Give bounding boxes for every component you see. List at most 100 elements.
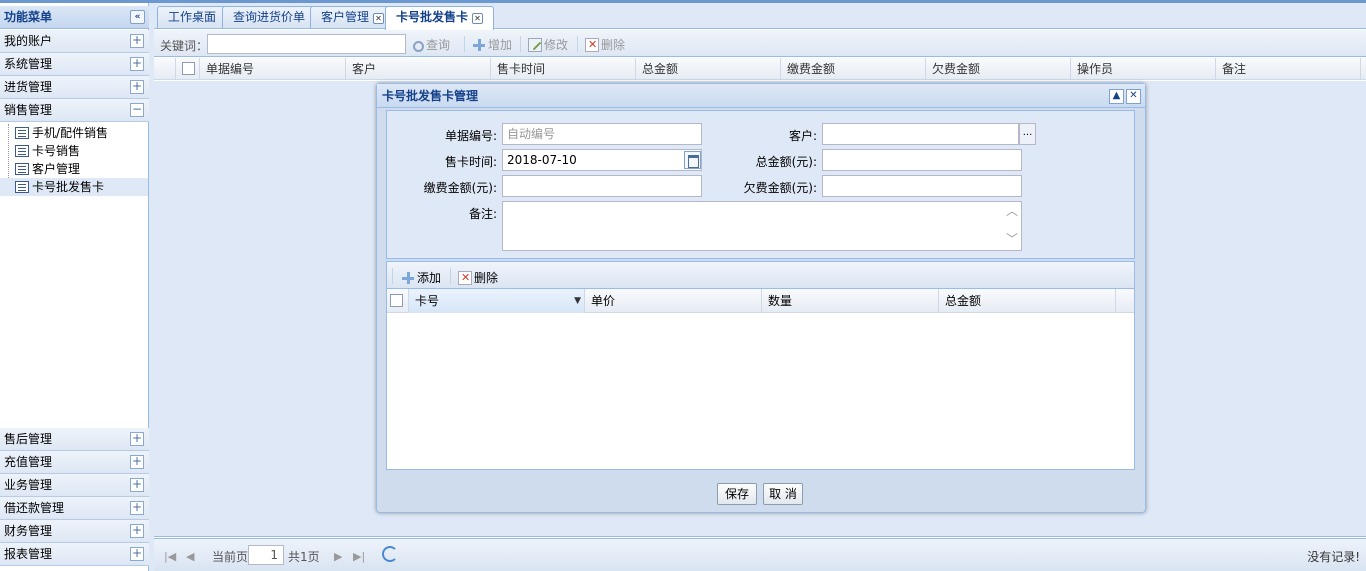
detail-select-all-checkbox[interactable]	[390, 294, 403, 307]
grid-col-operator[interactable]: 操作员	[1071, 58, 1216, 80]
detail-col-quantity[interactable]: 数量	[762, 289, 939, 313]
document-icon	[15, 163, 29, 175]
section-label: 财务管理	[4, 524, 53, 538]
detail-col-total[interactable]: 总金额	[939, 289, 1116, 313]
detail-col-card-no[interactable]: 卡号 ▼	[409, 289, 585, 313]
detail-grid-header: 卡号 ▼ 单价 数量 总金额	[387, 289, 1134, 313]
cancel-button[interactable]: 取 消	[763, 483, 803, 505]
tab-workbench[interactable]: 工作桌面	[157, 6, 228, 28]
customer-label: 客户:	[788, 129, 817, 143]
keyword-input[interactable]	[207, 34, 406, 54]
save-button[interactable]: 保存	[717, 483, 757, 505]
detail-add-button[interactable]: 添加	[401, 269, 441, 286]
edit-button[interactable]: 修改	[528, 36, 568, 53]
customer-picker-button[interactable]: ...	[1019, 123, 1036, 145]
sidebar-section-system[interactable]: 系统管理 +	[0, 53, 149, 76]
close-dialog-icon[interactable]: ✕	[1126, 89, 1141, 104]
grid-col-paid[interactable]: 缴费金额	[781, 58, 926, 80]
collapse-sidebar-icon[interactable]: «	[130, 10, 145, 24]
tree-item-customers[interactable]: 客户管理	[0, 160, 148, 178]
grid-col-remark[interactable]: 备注	[1216, 58, 1361, 80]
sale-time-input[interactable]: 2018-07-10	[502, 149, 702, 171]
sidebar-section-recharge[interactable]: 充值管理 +	[0, 451, 149, 474]
first-page-icon[interactable]: |◀	[164, 550, 176, 563]
detail-col-unit-price[interactable]: 单价	[585, 289, 762, 313]
customer-input[interactable]	[822, 123, 1019, 145]
grid-col-doc-no[interactable]: 单据编号	[200, 58, 346, 80]
sidebar-section-my-account[interactable]: 我的账户 +	[0, 30, 149, 53]
detail-delete-label: 删除	[474, 271, 499, 285]
plus-icon	[472, 38, 486, 52]
sidebar-section-finance[interactable]: 财务管理 +	[0, 520, 149, 543]
document-icon	[15, 127, 29, 139]
tree-item-card-sales[interactable]: 卡号销售	[0, 142, 148, 160]
delete-button[interactable]: 删除	[585, 36, 625, 53]
pager: |◀ ◀ 当前页 1 共1页 ▶ ▶| 没有记录!	[154, 538, 1366, 571]
total-amount-input[interactable]	[822, 149, 1022, 171]
tab-card-wholesale[interactable]: 卡号批发售卡 ✕	[385, 6, 495, 30]
sidebar-section-reports[interactable]: 报表管理 +	[0, 543, 149, 566]
grid-col-total[interactable]: 总金额	[636, 58, 781, 80]
section-label: 报表管理	[4, 547, 53, 561]
next-page-icon[interactable]: ▶	[334, 550, 342, 563]
tab-customer-management[interactable]: 客户管理 ✕	[310, 6, 396, 28]
collapse-icon[interactable]: −	[130, 103, 144, 117]
expand-icon[interactable]: +	[130, 501, 144, 515]
section-label: 充值管理	[4, 455, 53, 469]
sidebar-section-business[interactable]: 业务管理 +	[0, 474, 149, 497]
sidebar-section-loans[interactable]: 借还款管理 +	[0, 497, 149, 520]
owed-amount-input[interactable]	[822, 175, 1022, 197]
section-label: 进货管理	[4, 80, 53, 94]
expand-icon[interactable]: +	[130, 57, 144, 71]
current-page-label: 当前页	[212, 550, 249, 564]
maximize-icon[interactable]: ▲	[1109, 89, 1124, 104]
tab-purchase-price-query[interactable]: 查询进货价单	[222, 6, 317, 28]
total-pages-label: 共1页	[288, 550, 320, 564]
section-label: 系统管理	[4, 57, 53, 71]
sidebar-title: 功能菜单 «	[0, 6, 149, 29]
expand-icon[interactable]: +	[130, 524, 144, 538]
calendar-icon[interactable]	[684, 151, 701, 169]
expand-icon[interactable]: +	[130, 455, 144, 469]
detail-add-label: 添加	[417, 271, 442, 285]
tree-item-label: 卡号销售	[32, 144, 81, 158]
document-icon	[15, 145, 29, 157]
close-tab-icon[interactable]: ✕	[472, 13, 484, 24]
sale-time-label: 售卡时间:	[444, 155, 497, 169]
refresh-icon[interactable]	[382, 546, 398, 562]
tree-item-card-wholesale[interactable]: 卡号批发售卡	[0, 178, 148, 196]
grid-header: 单据编号 客户 售卡时间 总金额 缴费金额 欠费金额 操作员 备注	[154, 58, 1366, 80]
dialog-title-bar: 卡号批发售卡管理	[377, 84, 1145, 108]
expand-icon[interactable]: +	[130, 34, 144, 48]
expand-icon[interactable]: +	[130, 547, 144, 561]
add-button[interactable]: 增加	[472, 36, 512, 53]
sidebar-section-sales[interactable]: 销售管理 −	[0, 99, 149, 122]
expand-icon[interactable]: +	[130, 432, 144, 446]
search-button[interactable]: 查询	[413, 36, 450, 53]
page-number-input[interactable]: 1	[248, 545, 284, 565]
prev-page-icon[interactable]: ◀	[186, 550, 194, 563]
expand-icon[interactable]: +	[130, 478, 144, 492]
scroll-down-icon[interactable]: ﹀	[1005, 232, 1019, 246]
doc-no-input[interactable]: 自动编号	[502, 123, 702, 145]
form-panel: 单据编号: 自动编号 客户: ... 售卡时间: 2018-07-10 总金额(…	[386, 110, 1135, 259]
close-tab-icon[interactable]: ✕	[373, 13, 385, 24]
toolbar-separator	[450, 268, 451, 284]
remark-textarea[interactable]: ︿ ﹀	[502, 201, 1022, 251]
detail-delete-button[interactable]: 删除	[458, 269, 498, 286]
grid-header-rownum	[154, 58, 176, 80]
expand-icon[interactable]: +	[130, 80, 144, 94]
sidebar-section-after-sales[interactable]: 售后管理 +	[0, 428, 149, 451]
grid-col-owed[interactable]: 欠费金额	[926, 58, 1071, 80]
grid-col-sale-time[interactable]: 售卡时间	[491, 58, 636, 80]
section-label: 我的账户	[4, 34, 53, 48]
sidebar-section-purchase[interactable]: 进货管理 +	[0, 76, 149, 99]
last-page-icon[interactable]: ▶|	[353, 550, 365, 563]
column-menu-icon[interactable]: ▼	[574, 289, 581, 313]
select-all-checkbox[interactable]	[182, 62, 195, 75]
scroll-up-icon[interactable]: ︿	[1005, 204, 1019, 218]
grid-col-customer[interactable]: 客户	[346, 58, 491, 80]
tree-item-phone-sales[interactable]: 手机/配件销售	[0, 124, 148, 142]
paid-amount-input[interactable]	[502, 175, 702, 197]
section-label: 借还款管理	[4, 501, 65, 515]
